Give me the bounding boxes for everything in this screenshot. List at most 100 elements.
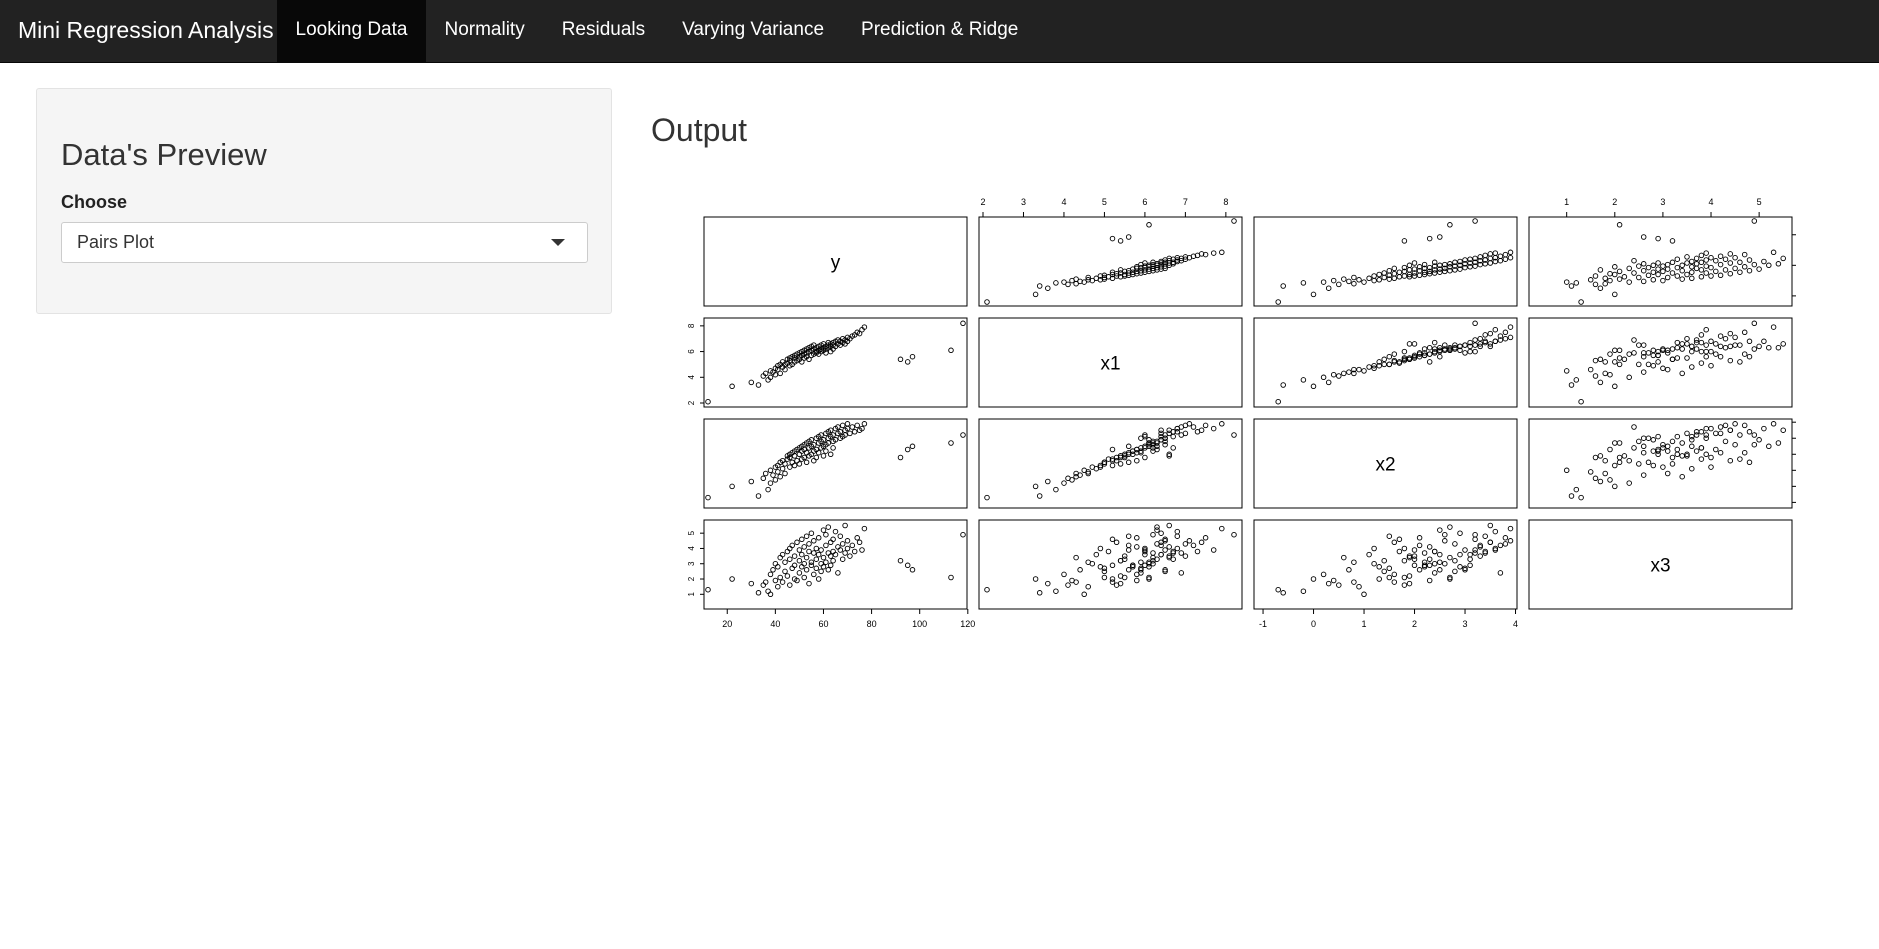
data-point <box>1756 343 1762 350</box>
data-point <box>1568 382 1575 388</box>
data-point <box>1231 432 1237 438</box>
data-point <box>1722 422 1729 429</box>
data-point <box>1280 382 1286 388</box>
data-point <box>1708 273 1714 279</box>
data-point <box>1616 268 1623 275</box>
data-point <box>1761 425 1767 432</box>
data-point <box>1770 421 1777 427</box>
data-point <box>1426 544 1433 550</box>
app-title[interactable]: Mini Regression Analysis <box>18 0 274 62</box>
data-point <box>1487 522 1494 529</box>
data-point <box>1437 234 1443 240</box>
data-point <box>1376 564 1382 570</box>
tick-label: 3 <box>1463 619 1468 629</box>
data-point <box>1036 493 1043 499</box>
data-point <box>1717 353 1724 360</box>
data-point <box>1219 525 1225 532</box>
data-point <box>777 473 783 480</box>
data-point <box>1741 422 1748 429</box>
data-point <box>1411 547 1418 553</box>
data-point <box>1660 365 1666 372</box>
data-point <box>839 556 846 562</box>
data-point <box>1507 538 1514 544</box>
data-point <box>1674 273 1681 279</box>
data-point <box>1472 348 1478 355</box>
data-point <box>1507 334 1514 341</box>
data-point <box>1612 271 1618 278</box>
data-point <box>1693 255 1700 262</box>
data-point <box>779 579 786 585</box>
data-point <box>909 353 916 360</box>
data-point <box>1722 438 1729 445</box>
data-point <box>1336 373 1342 379</box>
data-point <box>851 429 858 435</box>
data-point <box>1717 430 1724 437</box>
data-point <box>1636 263 1642 269</box>
data-point <box>1158 539 1164 546</box>
data-point <box>779 465 786 472</box>
chevron-down-icon[interactable] <box>551 239 565 246</box>
data-point <box>832 528 839 535</box>
data-point <box>1310 383 1317 390</box>
data-point <box>782 461 788 467</box>
data-point <box>1391 270 1398 277</box>
data-point <box>789 542 795 549</box>
data-point <box>1069 577 1075 584</box>
tab-varying-variance[interactable]: Varying Variance <box>664 0 843 62</box>
data-point <box>1713 446 1719 453</box>
data-point <box>1117 461 1124 467</box>
data-point <box>748 379 755 386</box>
data-point <box>1674 256 1681 262</box>
data-point <box>1170 433 1176 440</box>
data-point <box>1346 369 1352 375</box>
data-point <box>1134 571 1140 578</box>
tab-prediction-ridge[interactable]: Prediction & Ridge <box>843 0 1037 62</box>
data-point <box>1640 261 1647 267</box>
data-point <box>1502 541 1509 547</box>
data-point <box>1684 254 1690 260</box>
data-point <box>1507 525 1514 532</box>
data-point <box>1426 556 1433 562</box>
data-point <box>1190 424 1197 430</box>
data-point <box>1669 270 1676 276</box>
data-point <box>847 553 853 559</box>
tick-label: 60 <box>1800 260 1801 269</box>
data-point <box>1602 275 1608 282</box>
tab-normality[interactable]: Normality <box>426 0 543 62</box>
data-point <box>1386 565 1393 572</box>
data-point <box>1693 432 1700 438</box>
data-point <box>1426 577 1433 584</box>
data-point <box>1437 559 1443 565</box>
data-point <box>1158 530 1164 536</box>
data-point <box>1507 324 1514 330</box>
data-point <box>1406 341 1413 347</box>
data-point <box>1341 554 1347 561</box>
data-point <box>1411 562 1418 569</box>
data-point <box>760 582 767 588</box>
data-point <box>1631 445 1637 451</box>
data-point <box>789 459 795 466</box>
data-point <box>1741 251 1748 258</box>
tab-looking-data[interactable]: Looking Data <box>277 0 426 62</box>
panel-frame <box>703 317 968 408</box>
data-point <box>1722 344 1729 351</box>
data-point <box>1391 539 1398 546</box>
plot-type-select[interactable]: Pairs Plot <box>61 222 588 263</box>
tab-residuals[interactable]: Residuals <box>543 0 663 62</box>
data-point <box>1431 548 1438 555</box>
data-point <box>1640 443 1647 450</box>
data-point <box>1310 291 1317 298</box>
data-point <box>1703 451 1709 458</box>
data-point <box>1178 570 1185 576</box>
data-point <box>1452 557 1458 564</box>
data-point <box>1182 430 1189 437</box>
tick-label: 3 <box>687 561 696 566</box>
data-point <box>1602 280 1608 287</box>
data-point <box>782 470 788 477</box>
data-point <box>818 547 824 553</box>
data-point <box>1366 364 1372 370</box>
data-point <box>1766 262 1772 269</box>
tick-label: 5 <box>1102 197 1107 207</box>
data-point <box>1101 565 1108 572</box>
data-point <box>1780 427 1786 433</box>
